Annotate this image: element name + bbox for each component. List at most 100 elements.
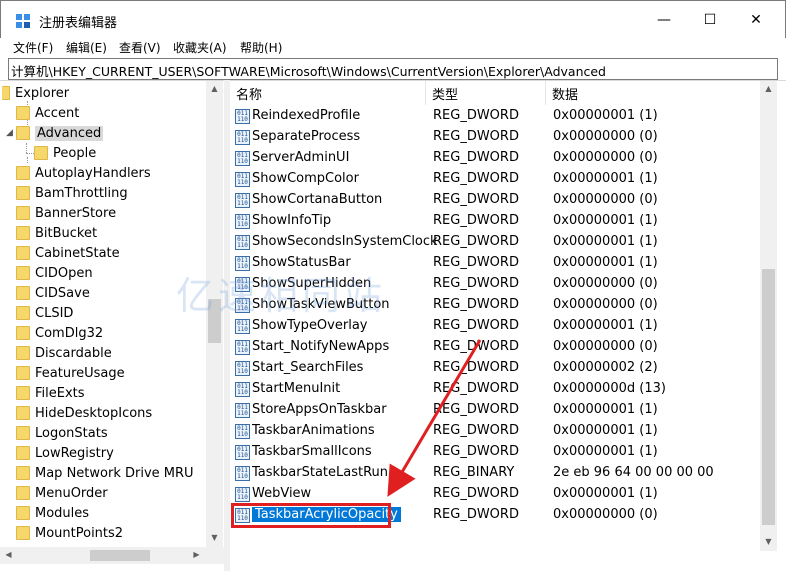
tree-item[interactable]: LogonStats: [16, 423, 108, 443]
table-row[interactable]: 011 110 ServerAdminUI REG_DWORD 0x00000000 (…: [230, 148, 760, 169]
value-data: 0x00000001 (1): [553, 402, 658, 417]
folder-icon: [16, 206, 30, 220]
tree-item[interactable]: LowRegistry: [16, 443, 114, 463]
table-row[interactable]: 011 110 ShowTaskViewButton REG_DWORD 0x00000…: [230, 295, 760, 316]
table-row[interactable]: 011 110 ShowSecondsInSystemClock REG_DWORD 0…: [230, 232, 760, 253]
table-row[interactable]: 011 110 ShowCortanaButton REG_DWORD 0x000000…: [230, 190, 760, 211]
scroll-up-arrow-icon[interactable]: ▲: [760, 84, 777, 93]
reg-dword-value-icon: 011 110: [235, 319, 250, 334]
tree-item[interactable]: MenuOrder: [16, 483, 108, 503]
tree-scroll-thumb[interactable]: [208, 299, 221, 343]
tree-item[interactable]: HideDesktopIcons: [16, 403, 152, 423]
reg-dword-value-icon: 011 110: [235, 340, 250, 355]
table-row[interactable]: 011 110 ShowInfoTip REG_DWORD 0x00000001 (1): [230, 211, 760, 232]
table-row[interactable]: 011 110 Start_SearchFiles REG_DWORD 0x000000…: [230, 358, 760, 379]
value-type: REG_DWORD: [433, 213, 519, 228]
value-type: REG_DWORD: [433, 297, 519, 312]
table-row[interactable]: 011 110 ShowSuperHidden REG_DWORD 0x00000000…: [230, 274, 760, 295]
reg-dword-value-icon: 011 110: [235, 256, 250, 271]
value-type: REG_DWORD: [433, 234, 519, 249]
table-row[interactable]: 011 110 ReindexedProfile REG_DWORD 0x0000000…: [230, 106, 760, 127]
tree-item[interactable]: MountPoints2: [16, 523, 123, 543]
tree-item[interactable]: CLSID: [16, 303, 73, 323]
tree-item[interactable]: Map Network Drive MRU: [16, 463, 194, 483]
tree-item[interactable]: CIDSave: [16, 283, 90, 303]
scroll-down-arrow-icon[interactable]: ▼: [206, 533, 223, 542]
value-type: REG_DWORD: [433, 381, 519, 396]
scroll-down-arrow-icon[interactable]: ▼: [760, 537, 777, 546]
value-data: 0x00000000 (0): [553, 129, 658, 144]
scroll-right-arrow-icon[interactable]: ▶: [188, 550, 205, 559]
tree-horizontal-scrollbar[interactable]: ◀ ▶: [0, 547, 224, 564]
folder-icon: [16, 186, 30, 200]
tree-item-advanced[interactable]: ◢ Advanced: [6, 123, 104, 143]
table-row[interactable]: 011 110 StartMenuInit REG_DWORD 0x0000000d (…: [230, 379, 760, 400]
scroll-up-arrow-icon[interactable]: ▲: [206, 84, 223, 93]
minimize-button[interactable]: —: [641, 1, 687, 39]
tree-item[interactable]: BitBucket: [16, 223, 97, 243]
value-type: REG_DWORD: [433, 108, 519, 123]
tree-item-explorer[interactable]: Explorer: [2, 83, 69, 103]
value-data: 2e eb 96 64 00 00 00 00: [553, 465, 714, 480]
list-scroll-thumb[interactable]: [762, 269, 775, 525]
values-list[interactable]: 名称 类型 数据 011 110 ReindexedProfile REG_DWORD…: [230, 80, 786, 571]
tree-vertical-scrollbar[interactable]: ▲ ▼: [206, 81, 223, 547]
menu-file[interactable]: 文件(F): [10, 39, 56, 56]
value-data: 0x00000001 (1): [553, 444, 658, 459]
menu-view[interactable]: 查看(V): [116, 39, 164, 56]
table-row[interactable]: 011 110 ShowStatusBar REG_DWORD 0x00000001 (…: [230, 253, 760, 274]
value-name: TaskbarStateLastRun: [252, 465, 389, 480]
table-row[interactable]: 011 110 ShowTypeOverlay REG_DWORD 0x00000001…: [230, 316, 760, 337]
tree-item-people[interactable]: People: [34, 143, 96, 163]
list-vertical-scrollbar[interactable]: ▲ ▼: [760, 81, 777, 551]
key-tree[interactable]: Explorer Accent ◢ Advanced People Autopl…: [0, 80, 224, 571]
tree-hscroll-thumb[interactable]: [90, 550, 150, 561]
value-data: 0x00000001 (1): [553, 423, 658, 438]
value-name: Start_SearchFiles: [252, 360, 364, 375]
tree-item[interactable]: ComDlg32: [16, 323, 103, 343]
value-name: ShowTypeOverlay: [252, 318, 368, 333]
close-button[interactable]: ✕: [733, 1, 779, 39]
folder-icon: [16, 226, 30, 240]
tree-item-accent[interactable]: Accent: [16, 103, 79, 123]
table-row[interactable]: 011 110 TaskbarStateLastRun REG_BINARY 2e eb…: [230, 463, 760, 484]
table-row[interactable]: 011 110 Start_NotifyNewApps REG_DWORD 0x0000…: [230, 337, 760, 358]
tree-item[interactable]: BannerStore: [16, 203, 116, 223]
scroll-left-arrow-icon[interactable]: ◀: [0, 550, 17, 559]
reg-dword-value-icon: 011 110: [235, 193, 250, 208]
value-data: 0x00000002 (2): [553, 360, 658, 375]
menu-edit[interactable]: 编辑(E): [63, 39, 110, 56]
table-row[interactable]: 011 110 TaskbarSmallIcons REG_DWORD 0x000000…: [230, 442, 760, 463]
tree-item[interactable]: FeatureUsage: [16, 363, 125, 383]
value-type: REG_BINARY: [433, 465, 515, 480]
address-bar[interactable]: 计算机\HKEY_CURRENT_USER\SOFTWARE\Microsoft…: [8, 58, 778, 80]
table-row[interactable]: 011 110 ShowCompColor REG_DWORD 0x00000001 (…: [230, 169, 760, 190]
table-row[interactable]: 011 110 SeparateProcess REG_DWORD 0x00000000…: [230, 127, 760, 148]
column-header-name[interactable]: 名称: [230, 81, 426, 105]
maximize-button[interactable]: ☐: [687, 1, 733, 39]
folder-icon: [16, 166, 30, 180]
tree-item[interactable]: CIDOpen: [16, 263, 93, 283]
folder-icon: [16, 346, 30, 360]
table-row[interactable]: 011 110 StoreAppsOnTaskbar REG_DWORD 0x00000…: [230, 400, 760, 421]
tree-item[interactable]: AutoplayHandlers: [16, 163, 151, 183]
tree-item[interactable]: FileExts: [16, 383, 85, 403]
tree-item[interactable]: Discardable: [16, 343, 112, 363]
value-data: 0x00000001 (1): [553, 108, 658, 123]
tree-item[interactable]: BamThrottling: [16, 183, 128, 203]
menu-help[interactable]: 帮助(H): [237, 39, 285, 56]
table-row[interactable]: 011 110 TaskbarAnimations REG_DWORD 0x000000…: [230, 421, 760, 442]
value-name: SeparateProcess: [252, 129, 361, 144]
folder-icon: [16, 446, 30, 460]
column-header-data[interactable]: 数据: [546, 81, 760, 105]
tree-item[interactable]: CabinetState: [16, 243, 120, 263]
column-header-type[interactable]: 类型: [426, 81, 546, 105]
value-name: ShowStatusBar: [252, 255, 351, 270]
menu-favorites[interactable]: 收藏夹(A): [170, 39, 230, 56]
chevron-down-icon[interactable]: ◢: [6, 128, 13, 138]
value-data: 0x00000001 (1): [553, 171, 658, 186]
table-row[interactable]: 011 110 WebView REG_DWORD 0x00000001 (1): [230, 484, 760, 505]
value-name: ShowSecondsInSystemClock: [252, 234, 438, 249]
tree-item[interactable]: Modules: [16, 503, 89, 523]
reg-dword-value-icon: 011 110: [235, 235, 250, 250]
